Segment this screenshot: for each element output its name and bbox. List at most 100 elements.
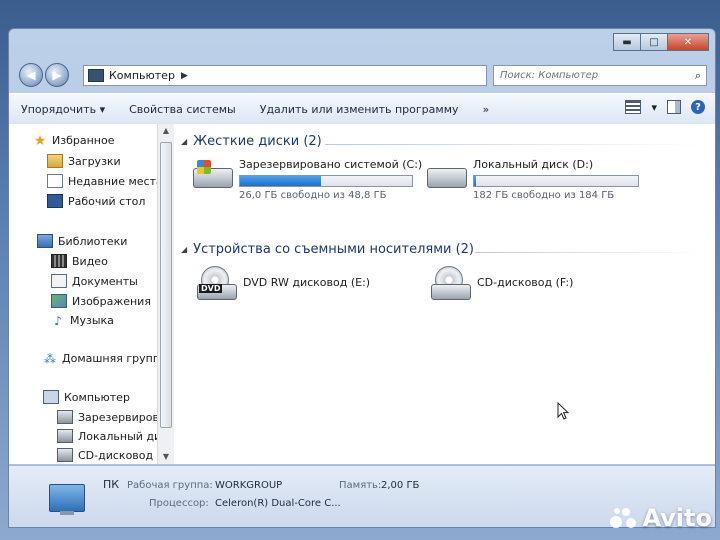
cpu-value: Celeron(R) Dual-Core C... <box>215 498 341 509</box>
group-header-hard-drives[interactable]: ◢ Жесткие диски (2) <box>181 134 322 149</box>
nav-item-drive-c[interactable]: Зарезервирован <box>57 410 157 424</box>
nav-label: Домашняя группа <box>62 352 157 365</box>
nav-item-libraries[interactable]: Библиотеки <box>37 234 127 248</box>
drive-free-space: 182 ГБ свободно из 184 ГБ <box>473 190 615 201</box>
system-properties-button[interactable]: Свойства системы <box>117 103 248 116</box>
documents-icon <box>51 274 67 288</box>
content-area: ★ Избранное Загрузки Недавние места Рабоч… <box>9 124 715 464</box>
local-drive-icon <box>425 158 467 192</box>
nav-label: Локальный диск <box>78 429 157 443</box>
nav-item-homegroup[interactable]: ⁂ Домашняя группа <box>43 352 157 365</box>
drive-icon <box>57 429 73 443</box>
recent-places-icon <box>47 174 63 188</box>
address-chevron-icon[interactable]: ▶ <box>181 71 188 81</box>
scrollbar-thumb[interactable] <box>160 142 172 428</box>
homegroup-icon: ⁂ <box>44 351 56 366</box>
drive-info: Локальный диск (D:) 182 ГБ свободно из 1… <box>473 158 639 201</box>
drive-free-space: 26,0 ГБ свободно из 48,8 ГБ <box>239 190 387 201</box>
drive-name: DVD RW дисковод (E:) <box>243 276 371 289</box>
navigation-scrollbar[interactable]: ▲ ▼ <box>157 124 174 464</box>
navigation-bar: ◀ ▶ Компьютер ▶ ↻ ⌕ <box>15 61 707 89</box>
nav-item-downloads[interactable]: Загрузки <box>47 154 121 168</box>
nav-label: Недавние места <box>68 174 157 188</box>
drive-usage-bar <box>239 175 413 187</box>
back-arrow-icon: ◀ <box>26 68 36 82</box>
cd-drive-icon <box>429 266 471 300</box>
nav-item-video[interactable]: Видео <box>51 254 108 268</box>
drive-f[interactable]: CD-дисковод (F:) <box>429 266 573 300</box>
drive-info: Зарезервировано системой (C:) 26,0 ГБ св… <box>239 158 422 201</box>
nav-item-drive-d[interactable]: Локальный диск <box>57 429 157 443</box>
nav-item-desktop[interactable]: Рабочий стол <box>47 194 145 208</box>
view-dropdown-icon[interactable]: ▾ <box>651 101 657 114</box>
collapse-arrow-icon[interactable]: ◢ <box>181 137 187 146</box>
nav-label: Рабочий стол <box>68 194 146 208</box>
address-text[interactable]: Компьютер <box>109 69 175 82</box>
forward-button[interactable]: ▶ <box>45 63 69 87</box>
scroll-down-icon[interactable]: ▼ <box>158 450 174 464</box>
drive-usage-bar <box>473 175 639 187</box>
nav-label: CD-дисковод (F: <box>78 448 157 462</box>
command-bar: Упорядочить ▾ Свойства системы Удалить и… <box>9 93 715 125</box>
navigation-pane: ★ Избранное Загрузки Недавние места Рабоч… <box>9 124 157 464</box>
drive-name: CD-дисковод (F:) <box>477 276 574 289</box>
nav-label: Библиотеки <box>58 234 128 248</box>
nav-item-documents[interactable]: Документы <box>51 274 138 288</box>
close-button[interactable]: ✕ <box>667 33 709 51</box>
computer-monitor-icon <box>49 484 85 515</box>
drive-info: DVD RW дисковод (E:) <box>243 266 370 300</box>
group-divider <box>325 144 705 145</box>
search-icon[interactable]: ⌕ <box>690 69 706 83</box>
drive-name: Локальный диск (D:) <box>473 158 594 171</box>
view-options-icon[interactable] <box>625 100 642 114</box>
star-icon: ★ <box>33 132 47 149</box>
drive-tray <box>431 284 471 300</box>
uninstall-program-button[interactable]: Удалить или изменить программу <box>248 103 471 116</box>
video-icon <box>51 254 67 268</box>
nav-label: Загрузки <box>68 154 121 168</box>
explorer-window: ▬ □ ✕ ◀ ▶ Компьютер ▶ ↻ ⌕ Упорядочить ▾ … <box>8 28 716 528</box>
preview-pane-icon[interactable] <box>667 100 681 114</box>
drive-usage-fill <box>240 176 321 186</box>
mouse-cursor-icon <box>557 402 569 420</box>
dvd-badge: DVD <box>199 284 223 293</box>
nav-item-favorites[interactable]: ★ Избранное <box>33 132 115 149</box>
nav-item-pictures[interactable]: Изображения <box>51 294 151 308</box>
computer-name: ПК <box>103 478 120 491</box>
maximize-button[interactable]: □ <box>640 33 668 51</box>
nav-label: Документы <box>72 274 138 288</box>
scroll-up-icon[interactable]: ▲ <box>158 124 174 138</box>
group-divider <box>475 252 705 253</box>
nav-item-computer[interactable]: Компьютер <box>43 390 130 404</box>
search-box[interactable]: ⌕ <box>493 65 707 86</box>
downloads-folder-icon <box>47 154 63 168</box>
back-button[interactable]: ◀ <box>19 63 43 87</box>
cd-drive-icon <box>57 448 73 462</box>
drive-d[interactable]: Локальный диск (D:) 182 ГБ свободно из 1… <box>425 158 639 201</box>
dvd-drive-icon: DVD <box>195 266 237 300</box>
help-icon[interactable]: ? <box>691 100 705 114</box>
view-controls: ▾ ? <box>625 100 705 114</box>
drive-usage-fill <box>474 176 476 186</box>
search-input[interactable] <box>494 69 690 82</box>
nav-label: Изображения <box>72 294 151 308</box>
computer-icon <box>43 390 59 404</box>
address-bar[interactable]: Компьютер ▶ ↻ <box>83 65 551 86</box>
minimize-button[interactable]: ▬ <box>613 33 641 51</box>
nav-label: Избранное <box>52 134 115 147</box>
collapse-arrow-icon[interactable]: ◢ <box>181 245 187 254</box>
computer-icon <box>88 69 104 82</box>
drive-c[interactable]: Зарезервировано системой (C:) 26,0 ГБ св… <box>191 158 422 201</box>
nav-label: Видео <box>72 254 108 268</box>
nav-item-drive-f[interactable]: CD-дисковод (F: <box>57 448 157 462</box>
nav-item-music[interactable]: ♪ Музыка <box>51 314 114 327</box>
memory-label: Память: <box>339 480 382 491</box>
nav-item-recent[interactable]: Недавние места <box>47 174 157 188</box>
drive-name: Зарезервировано системой (C:) <box>239 158 423 171</box>
more-commands-button[interactable]: » <box>471 103 502 116</box>
group-header-removable[interactable]: ◢ Устройства со съемными носителями (2) <box>181 242 474 257</box>
drive-e[interactable]: DVD DVD RW дисковод (E:) <box>195 266 370 300</box>
workgroup-label: Рабочая группа: <box>127 480 213 491</box>
organize-button[interactable]: Упорядочить ▾ <box>9 103 117 116</box>
pictures-icon <box>51 294 67 308</box>
